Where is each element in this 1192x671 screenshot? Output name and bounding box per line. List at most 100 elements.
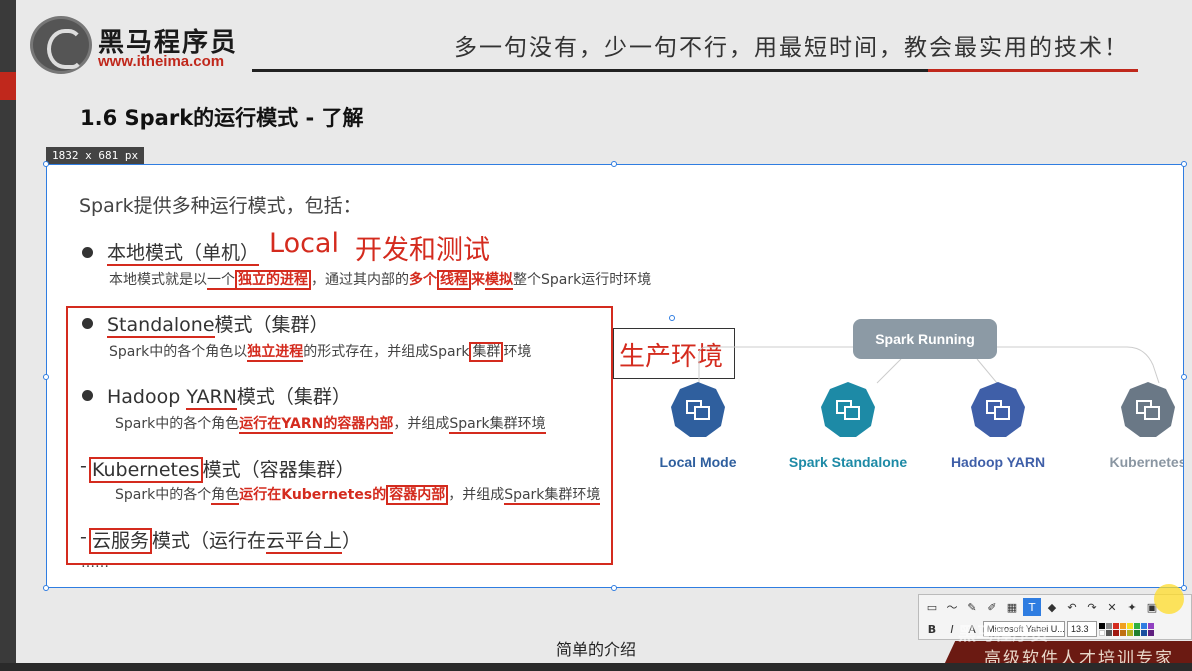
mosaic-tool-icon[interactable]: ▦ [1003,598,1021,616]
color-swatch[interactable] [1134,622,1140,629]
desc-underlined: Spark集群环境 [449,416,546,434]
desc-highlight: 来 [471,272,485,288]
pen-tool-icon[interactable]: ✎ [963,598,981,616]
color-swatch[interactable] [1134,629,1140,636]
resize-handle-se[interactable] [1181,585,1187,591]
resize-handle-w[interactable] [43,374,49,380]
logo-icon [30,16,92,74]
desc-text: ，并组成 [448,487,505,503]
video-subtitle: 简单的介绍 [555,640,636,659]
color-swatch[interactable] [1099,629,1105,636]
desc-underlined: Spark集群环境 [504,487,601,505]
local-mode-label: Local Mode [659,454,737,470]
desc-text: ，并组成 [393,416,450,432]
yarn-mode-title: Hadoop YARN模式（集群） [107,382,351,410]
dev-test-annotation: 开发和测试 [355,235,490,266]
spark-running-node: Spark Running [853,319,997,359]
title-mid: 模式（运行在 [152,530,267,552]
local-annotation: Local [269,228,339,259]
desc-text: 环境 [503,344,532,360]
slide-title: 1.6 Spark的运行模式 - 了解 [80,106,364,130]
k8s-mode-title: Kubernetes 模式（容器集群） [89,455,355,483]
title-boxed: 云服务 [89,528,153,554]
resize-handle-n[interactable] [611,161,617,167]
color-swatch[interactable] [1113,622,1119,629]
desc-text: ，通过其内部的 [311,272,409,288]
title-cn: 模式（集群） [214,314,329,336]
resize-handle-sw[interactable] [43,585,49,591]
color-swatch[interactable] [1120,622,1126,629]
resize-handle-e[interactable] [1181,374,1187,380]
local-mode-title: 本地模式（单机） [107,238,260,266]
color-swatch[interactable] [1099,622,1105,629]
bullet-icon [82,390,93,401]
title-end: ） [342,530,362,552]
line-tool-icon[interactable]: 〜 [943,598,961,616]
desc-text: Spark中的各个角色 [115,416,240,432]
rectangle-tool-icon[interactable]: ▭ [923,598,941,616]
color-swatch[interactable] [1106,629,1112,636]
resize-handle-nw[interactable] [43,161,49,167]
cursor-highlight [1154,584,1184,614]
desc-text: 一个 [207,272,235,290]
desc-highlight: 运行在YARN的容器内部 [239,416,394,434]
local-mode-title-text: 本地模式（单机） [107,242,260,266]
title-en: Standalone [107,314,215,338]
cloud-mode-title: 云服务 模式（运行在云平台上） [89,526,362,554]
local-mode-desc: 本地模式就是以一个 独立的进程 ，通过其内部的多个 线程 来模拟整个Spark运行时环境 [109,269,652,290]
title-cn: 模式（集群） [236,386,351,408]
color-swatch[interactable] [1127,629,1133,636]
kubernetes-icon [1119,381,1177,439]
undo-icon[interactable]: ↶ [1063,598,1081,616]
color-swatch[interactable] [1127,622,1133,629]
bullet-icon [82,247,93,258]
font-size-select[interactable]: 13.3 [1067,621,1097,637]
standalone-mode-title: Standalone模式（集群） [107,310,329,338]
title-en: YARN [186,386,237,410]
color-swatch[interactable] [1106,622,1112,629]
title-cn: 模式（容器集群） [202,459,355,481]
desc-underlined: 角色 [211,487,240,505]
bullet-icon [82,318,93,329]
anchor-dot [669,315,675,321]
dash-marker: - [80,526,87,548]
pin-icon[interactable]: ✦ [1123,598,1141,616]
left-accent [0,72,16,100]
desc-text: 整个Spark运行时环境 [513,272,652,288]
slogan: 多一句没有，少一句不行，用最短时间，教会最实用的技术！ [454,35,1129,61]
k8s-mode-desc: Spark中的各个角色运行在Kubernetes的 容器内部 ，并组成Spark集群… [115,484,601,505]
hadoop-yarn-label: Hadoop YARN [950,454,1046,470]
desc-text: Spark中的各个 [115,487,212,503]
color-swatch[interactable] [1148,629,1154,636]
spark-standalone-icon [819,381,877,439]
redo-icon[interactable]: ↷ [1083,598,1101,616]
desc-highlight: 容器内部 [386,485,449,505]
capture-region[interactable]: Spark提供多种运行模式，包括： 本地模式（单机） Local 开发和测试 本… [46,164,1184,588]
color-swatch[interactable] [1148,622,1154,629]
marker-tool-icon[interactable]: ✐ [983,598,1001,616]
toolbar-row-tools: ▭ 〜 ✎ ✐ ▦ T ◆ ↶ ↷ ✕ ✦ ▣ [923,597,1161,617]
color-swatch[interactable] [1141,629,1147,636]
hadoop-yarn-icon [969,381,1027,439]
desc-boxed: 集群 [469,342,504,362]
spark-standalone-label: Spark Standalone [788,454,908,470]
color-palette[interactable] [1099,622,1159,636]
desc-text: 的形式存在，并组成Spark [303,344,470,360]
text-tool-icon[interactable]: T [1023,598,1041,616]
left-strip [0,0,16,671]
color-swatch[interactable] [1141,622,1147,629]
dash-marker: - [80,455,87,477]
local-mode-icon [669,381,727,439]
resize-handle-s[interactable] [611,585,617,591]
resize-handle-ne[interactable] [1181,161,1187,167]
desc-text: 本地模式就是以 [109,272,207,288]
desc-highlight: 线程 [437,270,471,290]
color-swatch[interactable] [1120,629,1126,636]
title-pre: Hadoop [107,386,187,408]
close-icon[interactable]: ✕ [1103,598,1121,616]
selection-size-label: 1832 x 681 px [46,147,145,164]
color-swatch[interactable] [1113,629,1119,636]
title-en: Kubernetes [89,457,203,483]
eraser-tool-icon[interactable]: ◆ [1043,598,1061,616]
bottom-bar [0,663,1192,671]
